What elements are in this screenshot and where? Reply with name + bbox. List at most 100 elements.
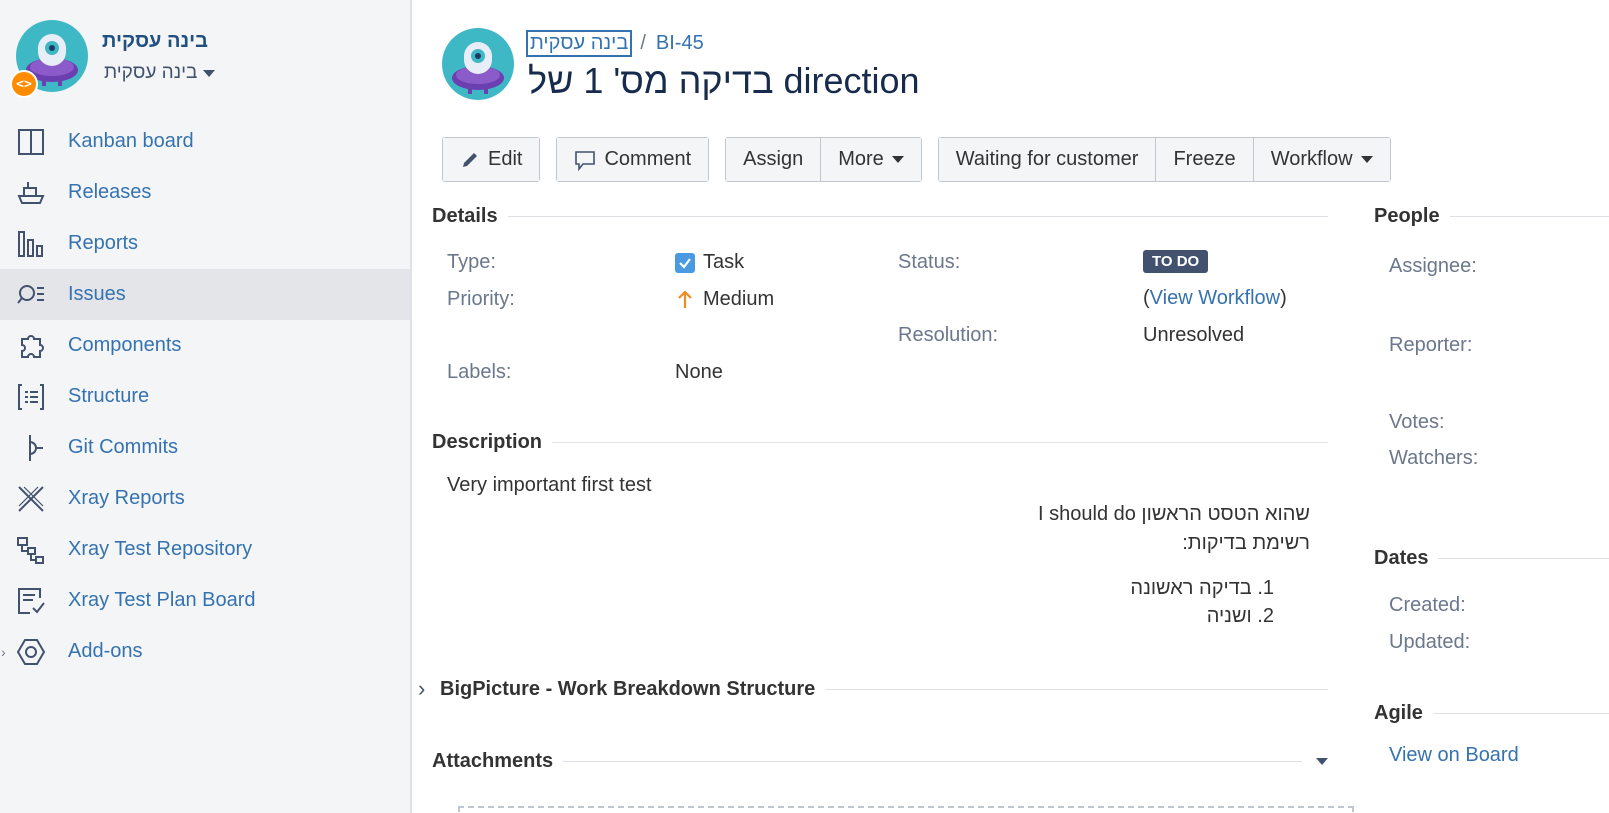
reporter-label: Reporter: (1389, 334, 1473, 356)
breadcrumb: בינה עסקית / BI-45 (525, 30, 704, 57)
expand-icon[interactable]: › (1, 644, 6, 660)
pencil-icon (463, 152, 477, 167)
description-section-header[interactable]: Description (432, 431, 1328, 454)
repository-icon (17, 537, 44, 564)
sidebar-item-kanban-board[interactable]: Kanban board (0, 116, 410, 167)
details-heading: Details (432, 205, 498, 227)
description-line: שהוא הטסט הראשון I should do (1038, 503, 1310, 525)
plan-board-icon (18, 588, 45, 614)
type-label: Type: (447, 251, 496, 273)
divider (563, 761, 1302, 762)
paren-open: ( (1143, 287, 1150, 309)
comment-button[interactable]: Comment (557, 138, 709, 181)
priority-value: Medium (675, 288, 774, 311)
attachments-dropzone[interactable] (458, 806, 1354, 813)
sidebar-item-label: Xray Reports (68, 487, 185, 509)
assign-button[interactable]: Assign (726, 138, 822, 181)
hexagon-icon (16, 639, 46, 665)
sidebar-item-xray-test-repository[interactable]: Xray Test Repository (0, 524, 410, 575)
issue-title[interactable]: בדיקה מס' 1 של direction (528, 60, 920, 102)
view-on-board-link[interactable]: View on Board (1389, 744, 1519, 767)
freeze-button[interactable]: Freeze (1156, 138, 1254, 181)
puzzle-icon (21, 335, 44, 358)
status-badge: TO DO (1143, 250, 1209, 273)
more-button-label: More (838, 148, 884, 170)
resolution-label: Resolution: (898, 324, 999, 346)
view-workflow-link[interactable]: View Workflow (1150, 287, 1280, 310)
people-section-header[interactable]: People (1374, 205, 1609, 228)
sidebar-item-label: Releases (68, 181, 152, 203)
search-list-icon (17, 285, 44, 304)
list-item: 2. ושניה (1206, 605, 1274, 627)
project-name[interactable]: בינה עסקית (102, 30, 208, 53)
project-switcher[interactable]: בינה עסקית (104, 62, 216, 84)
sidebar-item-releases[interactable]: Releases (0, 167, 410, 218)
sidebar-item-label: Kanban board (68, 130, 194, 152)
sidebar-item-components[interactable]: Components (0, 320, 410, 371)
structure-icon (18, 384, 44, 410)
priority-label: Priority: (447, 288, 515, 310)
sidebar-item-label: Xray Test Repository (68, 538, 253, 560)
project-type-badge: <> (10, 70, 38, 98)
sidebar-item-label: Reports (68, 232, 139, 254)
dates-heading: Dates (1374, 547, 1429, 569)
bigpicture-section-header[interactable]: › BigPicture - Work Breakdown Structure (418, 676, 1328, 702)
sidebar-item-xray-test-plan-board[interactable]: Xray Test Plan Board (0, 575, 410, 626)
issue-toolbar: Edit Comment Assign More Waiting for cus… (442, 137, 1391, 182)
sidebar-item-label: Structure (68, 385, 150, 407)
sidebar-item-label: Issues (68, 283, 126, 305)
breadcrumb-project-link[interactable]: בינה עסקית (525, 30, 633, 57)
sidebar-item-git-commits[interactable]: Git Commits (0, 422, 410, 473)
comment-group: Comment (556, 137, 710, 182)
priority-text: Medium (703, 288, 775, 310)
project-subtitle: בינה עסקית (104, 62, 198, 83)
sidebar-item-label: Add-ons (68, 640, 143, 662)
resolution-value: Unresolved (1143, 324, 1245, 346)
sidebar-item-label: Git Commits (68, 436, 178, 458)
sidebar-item-xray-reports[interactable]: Xray Reports (0, 473, 410, 524)
updated-label: Updated: (1389, 631, 1471, 653)
more-button[interactable]: More (821, 138, 921, 181)
labels-label: Labels: (447, 361, 512, 383)
waiting-for-customer-button[interactable]: Waiting for customer (938, 138, 1157, 181)
dates-section-header[interactable]: Dates (1374, 547, 1609, 570)
divider (507, 216, 1328, 217)
sidebar-item-structure[interactable]: Structure (0, 371, 410, 422)
chevron-down-icon[interactable] (1316, 758, 1328, 765)
git-commit-icon (29, 435, 43, 461)
comment-button-label: Comment (604, 148, 692, 170)
assign-more-group: Assign More (725, 137, 922, 182)
ship-icon (17, 182, 45, 204)
edit-button-label: Edit (488, 148, 523, 170)
sidebar-item-issues[interactable]: Issues (0, 269, 410, 320)
task-icon (675, 252, 695, 273)
description-line: רשימת בדיקות: (1182, 532, 1310, 554)
sidebar-item-add-ons[interactable]: › Add-ons (0, 626, 410, 677)
comment-icon (575, 150, 596, 171)
type-text: Task (703, 251, 745, 273)
paren-close: ) (1280, 287, 1287, 309)
attachments-section-header[interactable]: Attachments (432, 750, 1328, 773)
chevron-down-icon (203, 69, 216, 77)
divider (1438, 558, 1609, 559)
list-item: 1. בדיקה ראשונה (1130, 577, 1274, 599)
bigpicture-heading: BigPicture - Work Breakdown Structure (440, 677, 816, 700)
chevron-down-icon (1360, 156, 1373, 163)
sidebar-nav: Kanban board Releases Reports Issues Com… (0, 116, 410, 677)
sidebar-item-label: Components (68, 334, 182, 356)
issue-key-link[interactable]: BI-45 (656, 32, 704, 55)
issue-project-avatar[interactable] (442, 28, 514, 100)
sidebar-item-reports[interactable]: Reports (0, 218, 410, 269)
details-section-header[interactable]: Details (432, 205, 1328, 228)
edit-group: Edit (442, 137, 541, 182)
divider (552, 442, 1328, 443)
edit-button[interactable]: Edit (443, 138, 540, 181)
assignee-label: Assignee: (1389, 255, 1477, 277)
agile-heading: Agile (1374, 702, 1423, 724)
view-workflow: ( View Workflow ) (1143, 287, 1287, 310)
sidebar-item-label: Xray Test Plan Board (68, 589, 256, 611)
workflow-button[interactable]: Workflow (1253, 138, 1390, 181)
divider (1449, 216, 1609, 217)
agile-section-header[interactable]: Agile (1374, 702, 1609, 725)
xray-icon (18, 486, 44, 512)
